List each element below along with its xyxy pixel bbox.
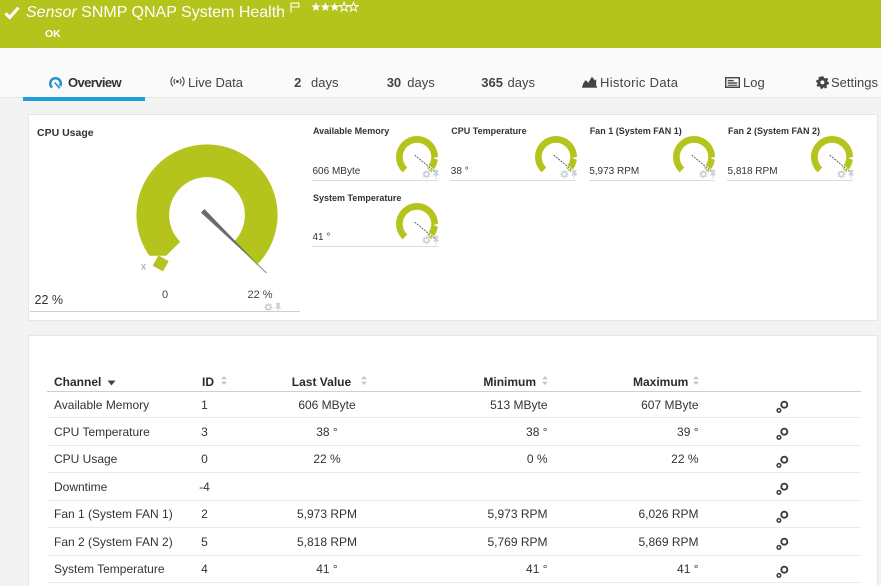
- svg-text:x: x: [141, 262, 146, 273]
